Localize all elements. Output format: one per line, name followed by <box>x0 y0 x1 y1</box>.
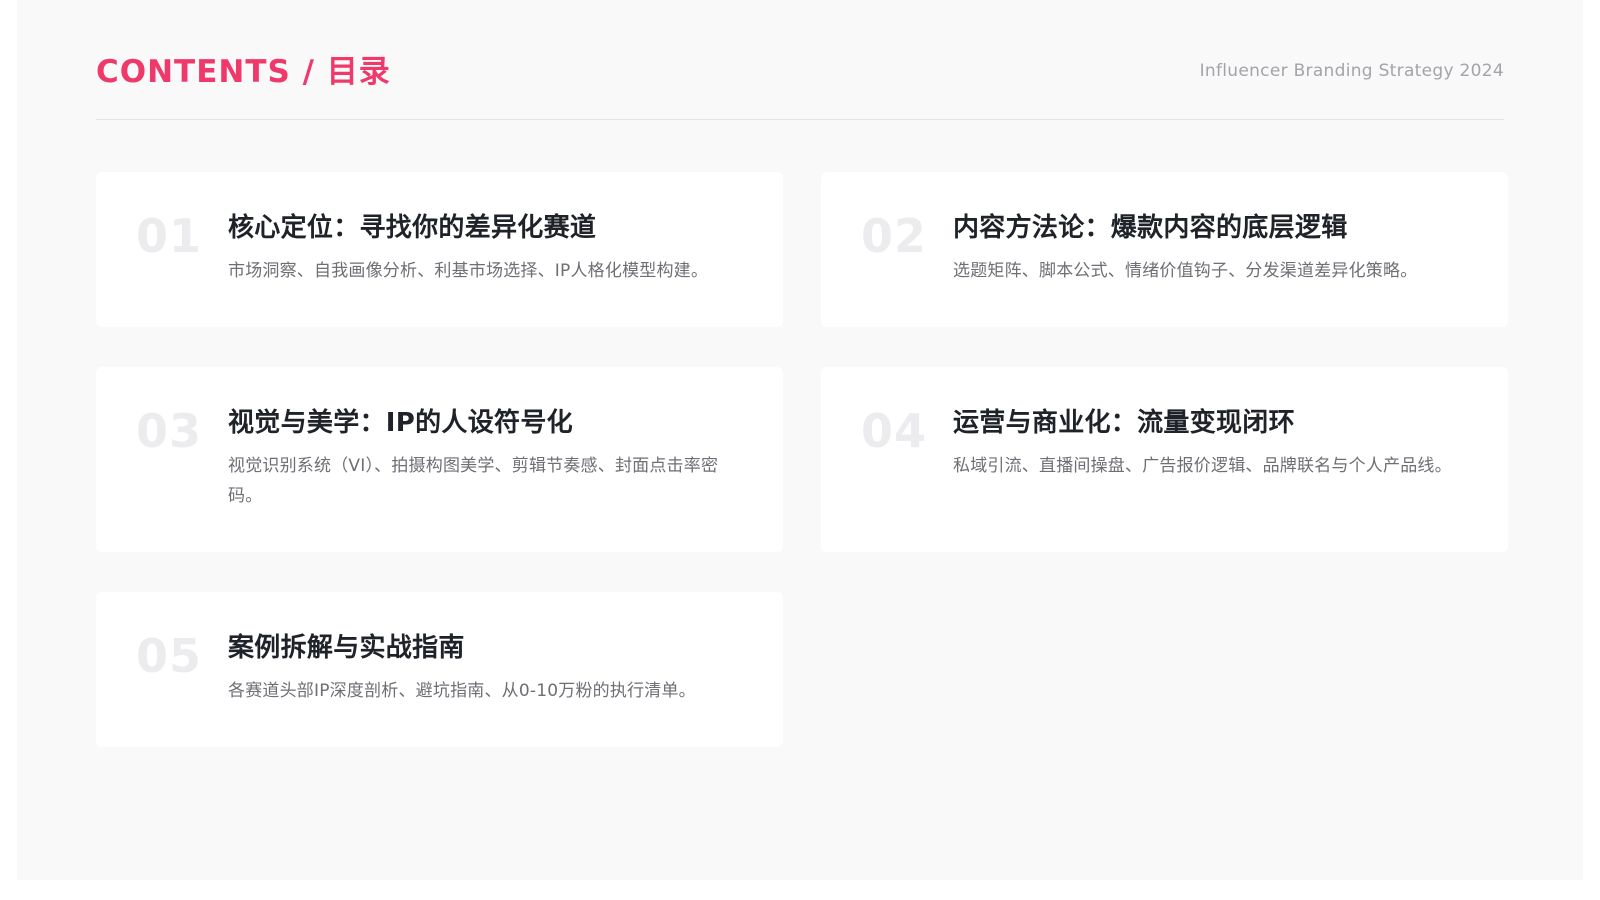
item-body: 核心定位：寻找你的差异化赛道 市场洞察、自我画像分析、利基市场选择、IP人格化模… <box>228 208 743 286</box>
header: CONTENTS / 目录 Influencer Branding Strate… <box>96 0 1504 120</box>
item-body: 视觉与美学：IP的人设符号化 视觉识别系统（VI）、拍摄构图美学、剪辑节奏感、封… <box>228 403 743 511</box>
item-number: 04 <box>861 404 928 458</box>
page-title: CONTENTS / 目录 <box>96 54 391 90</box>
item-description: 选题矩阵、脚本公式、情绪价值钩子、分发渠道差异化策略。 <box>953 261 1418 281</box>
item-body: 内容方法论：爆款内容的底层逻辑 选题矩阵、脚本公式、情绪价值钩子、分发渠道差异化… <box>953 208 1468 286</box>
item-number: 02 <box>861 209 928 263</box>
item-title: 视觉与美学：IP的人设符号化 <box>228 408 573 438</box>
item-number: 03 <box>136 404 203 458</box>
item-title: 内容方法论：爆款内容的底层逻辑 <box>953 213 1348 243</box>
item-number: 01 <box>136 209 203 263</box>
contents-item-03: 03 视觉与美学：IP的人设符号化 视觉识别系统（VI）、拍摄构图美学、剪辑节奏… <box>96 367 783 552</box>
page-subtitle: Influencer Branding Strategy 2024 <box>1199 61 1504 81</box>
item-title: 运营与商业化：流量变现闭环 <box>953 408 1295 438</box>
contents-item-05: 05 案例拆解与实战指南 各赛道头部IP深度剖析、避坑指南、从0-10万粉的执行… <box>96 592 783 747</box>
slide: CONTENTS / 目录 Influencer Branding Strate… <box>17 0 1583 880</box>
contents-item-01: 01 核心定位：寻找你的差异化赛道 市场洞察、自我画像分析、利基市场选择、IP人… <box>96 172 783 327</box>
contents-grid: 01 核心定位：寻找你的差异化赛道 市场洞察、自我画像分析、利基市场选择、IP人… <box>96 172 1508 747</box>
contents-item-04: 04 运营与商业化：流量变现闭环 私域引流、直播间操盘、广告报价逻辑、品牌联名与… <box>821 367 1508 552</box>
item-body: 运营与商业化：流量变现闭环 私域引流、直播间操盘、广告报价逻辑、品牌联名与个人产… <box>953 403 1468 481</box>
item-description: 市场洞察、自我画像分析、利基市场选择、IP人格化模型构建。 <box>228 261 709 281</box>
item-title: 案例拆解与实战指南 <box>228 633 465 663</box>
contents-item-02: 02 内容方法论：爆款内容的底层逻辑 选题矩阵、脚本公式、情绪价值钩子、分发渠道… <box>821 172 1508 327</box>
item-description: 各赛道头部IP深度剖析、避坑指南、从0-10万粉的执行清单。 <box>228 681 696 701</box>
item-title: 核心定位：寻找你的差异化赛道 <box>228 213 597 243</box>
item-number: 05 <box>136 629 203 683</box>
item-description: 私域引流、直播间操盘、广告报价逻辑、品牌联名与个人产品线。 <box>953 456 1452 476</box>
item-description: 视觉识别系统（VI）、拍摄构图美学、剪辑节奏感、封面点击率密码。 <box>228 456 719 506</box>
item-body: 案例拆解与实战指南 各赛道头部IP深度剖析、避坑指南、从0-10万粉的执行清单。 <box>228 628 743 706</box>
